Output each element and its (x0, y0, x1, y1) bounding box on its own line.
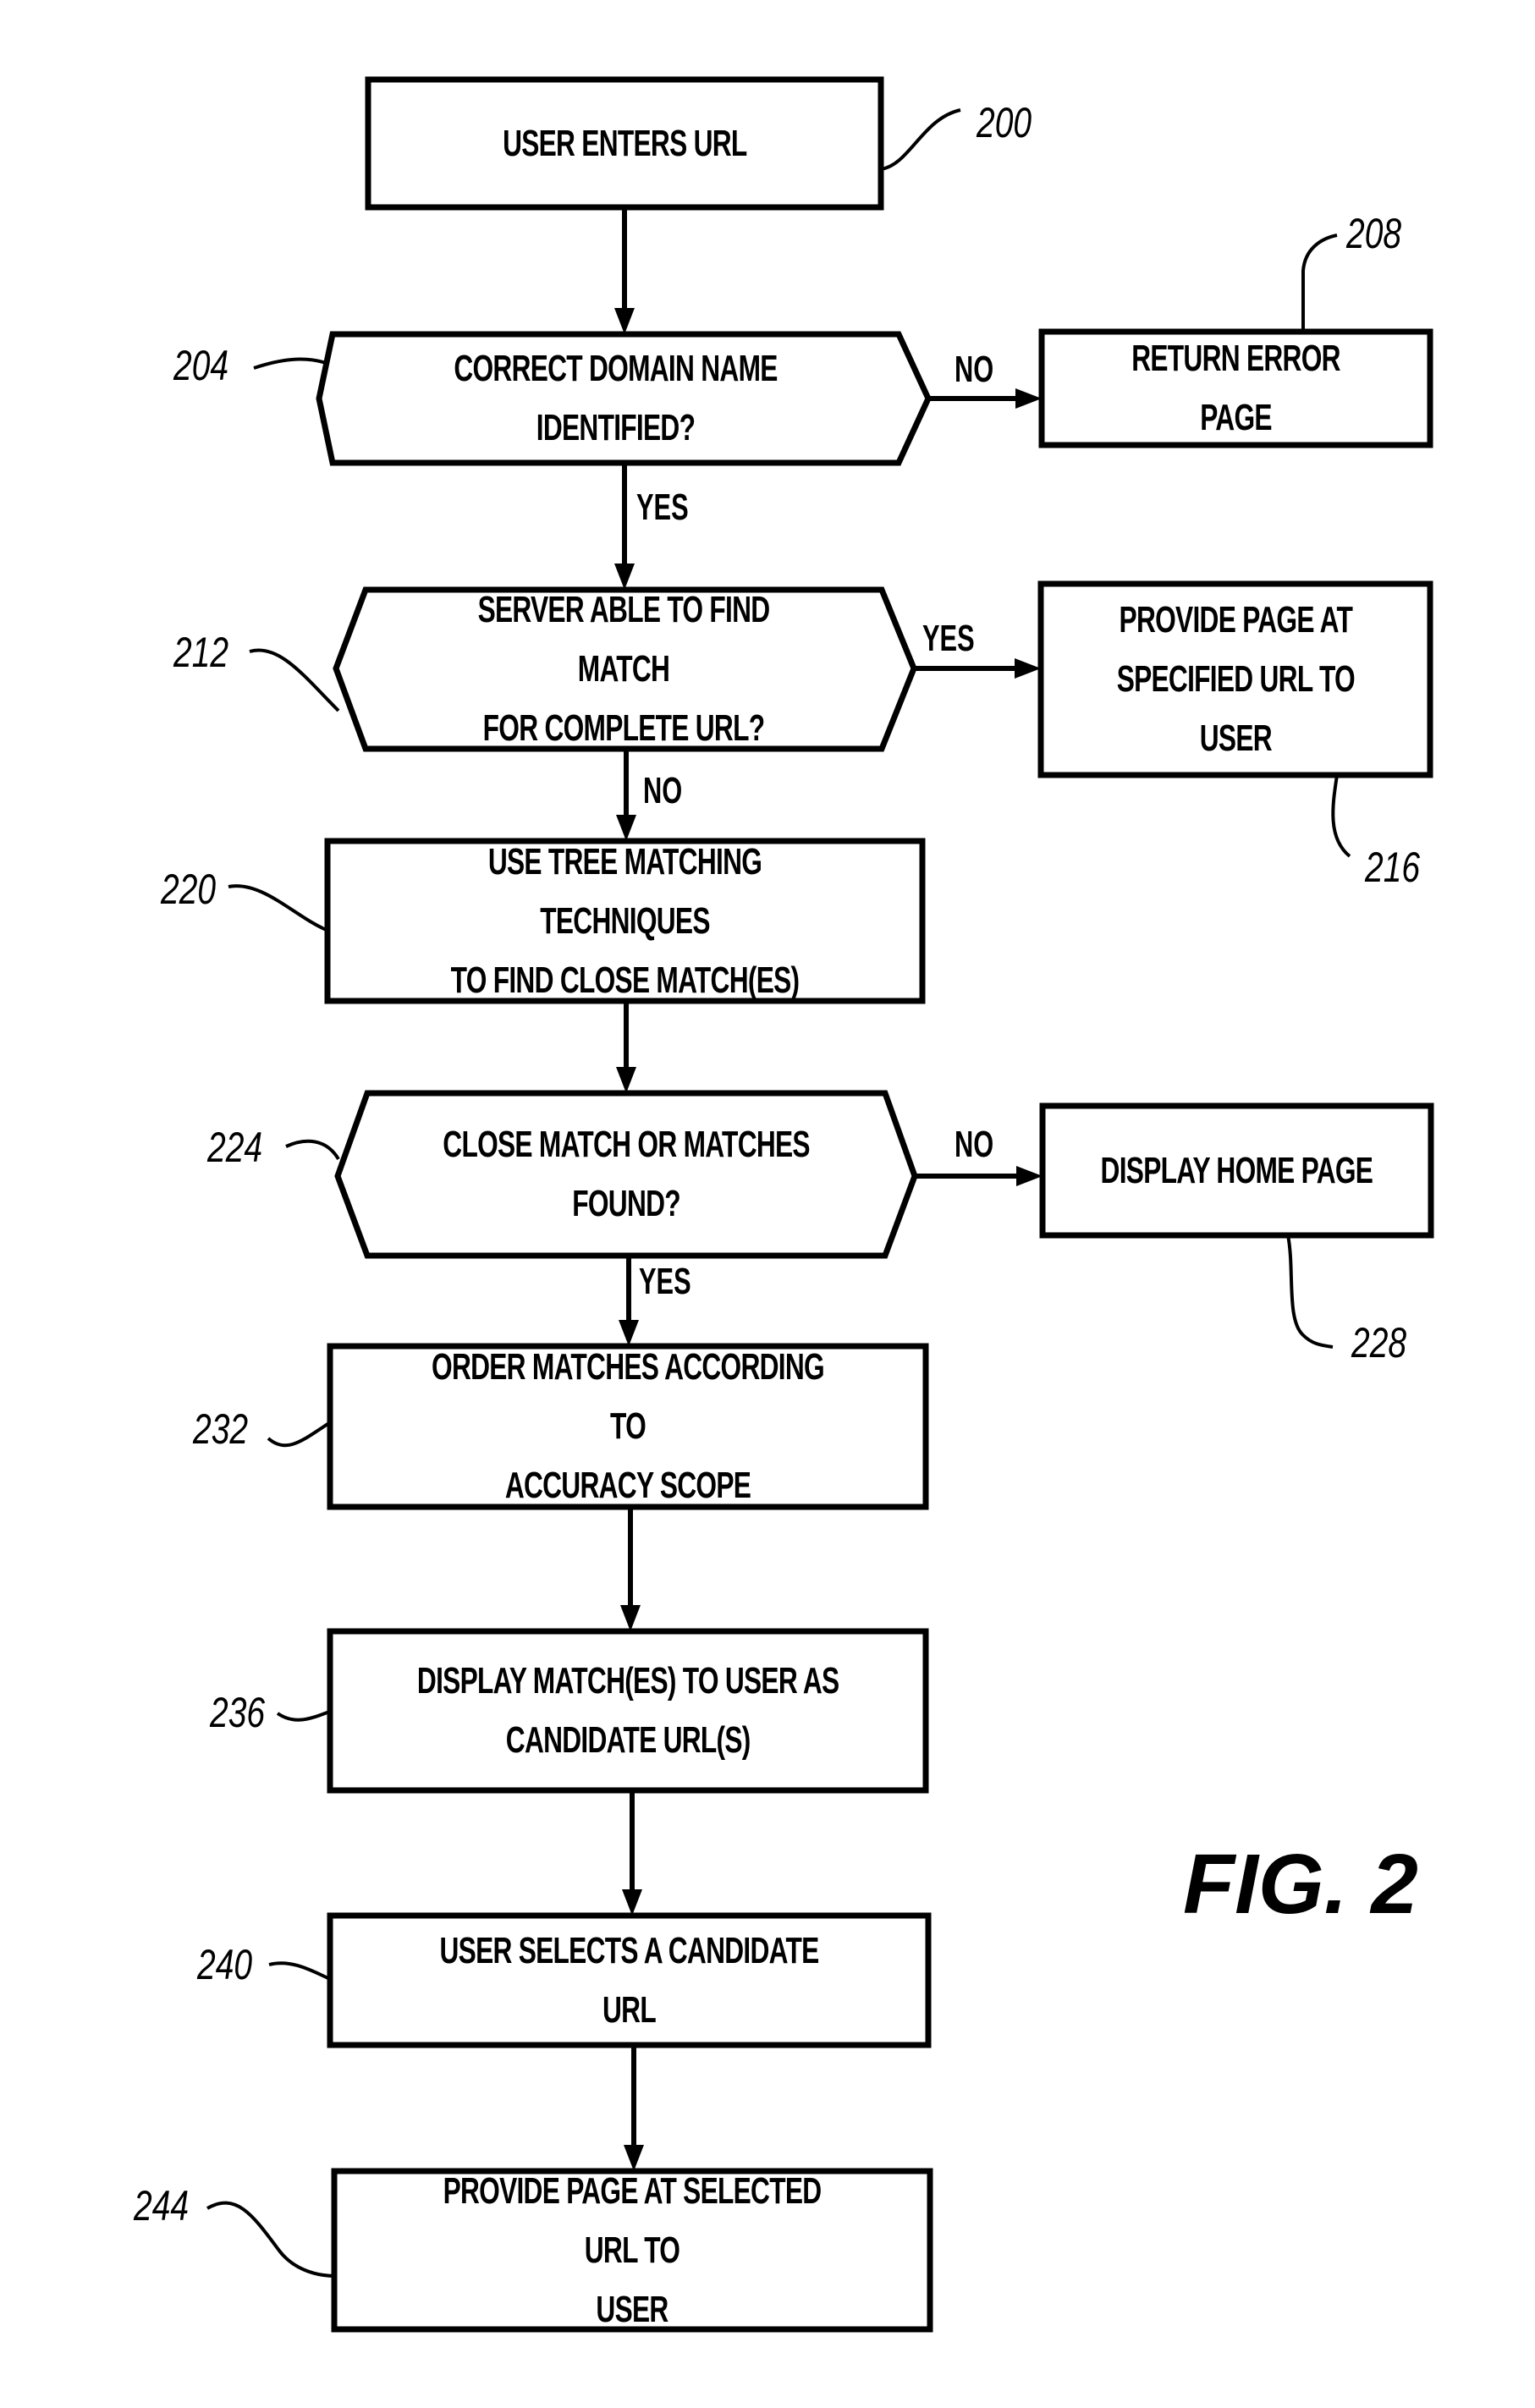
arrowhead-icon (1015, 658, 1041, 679)
arrowhead-icon (614, 308, 635, 334)
arrowhead-icon (1016, 1166, 1043, 1186)
leader-208 (1301, 234, 1338, 330)
decision-204-label: CORRECT DOMAIN NAME IDENTIFIED? (454, 348, 778, 448)
leader-212 (249, 648, 340, 712)
process-220-label: USE TREE MATCHING TECHNIQUES TO FIND CLO… (450, 840, 800, 1001)
leader-224 (285, 1139, 340, 1161)
process-200-label: USER ENTERS URL (502, 122, 747, 164)
branch-label-yes: YES (639, 1261, 691, 1302)
process-232-label: ORDER MATCHES ACCORDING TO ACCURACY SCOP… (432, 1346, 825, 1506)
arrowhead-icon (616, 1067, 636, 1093)
ref-numeral-204: 204 (173, 342, 229, 389)
ref-numeral-212: 212 (173, 629, 229, 676)
arrowhead-icon (620, 1605, 641, 1631)
branch-label-yes: YES (922, 618, 975, 659)
branch-label-yes: YES (636, 487, 689, 528)
leader-232 (267, 1420, 333, 1448)
arrowhead-icon (1015, 388, 1042, 409)
leader-216 (1331, 774, 1351, 858)
ref-numeral-224: 224 (207, 1124, 263, 1171)
leader-228 (1286, 1234, 1334, 1349)
branch-label-no: NO (955, 349, 994, 390)
leader-236 (276, 1709, 333, 1722)
process-208-label: RETURN ERROR PAGE (1131, 338, 1340, 438)
leader-244 (206, 2201, 337, 2278)
figure-label: FIG. 2 (1183, 1837, 1418, 1932)
arrowhead-icon (622, 1889, 642, 1916)
leader-200 (880, 108, 961, 171)
process-216-label: PROVIDE PAGE AT SPECIFIED URL TO USER (1116, 599, 1355, 759)
ref-numeral-216: 216 (1365, 844, 1421, 891)
process-244-label: PROVIDE PAGE AT SELECTED URL TO USER (443, 2169, 823, 2330)
leader-204 (253, 357, 329, 370)
process-236-label: DISPLAY MATCH(ES) TO USER AS CANDIDATE U… (416, 1660, 839, 1761)
decision-224-label: CLOSE MATCH OR MATCHES FOUND? (443, 1124, 810, 1224)
ref-numeral-236: 236 (210, 1689, 266, 1736)
branch-label-no: NO (955, 1124, 994, 1165)
branch-label-no: NO (643, 770, 683, 811)
ref-numeral-232: 232 (193, 1405, 249, 1453)
ref-numeral-200: 200 (977, 99, 1032, 146)
decision-212-label: SERVER ABLE TO FIND MATCH FOR COMPLETE U… (477, 589, 771, 749)
leader-220 (228, 884, 329, 932)
leader-240 (268, 1961, 333, 1982)
process-228-label: DISPLAY HOME PAGE (1100, 1149, 1373, 1191)
ref-numeral-240: 240 (197, 1941, 253, 1988)
ref-numeral-208: 208 (1346, 210, 1402, 257)
ref-numeral-220: 220 (161, 866, 217, 913)
ref-numeral-228: 228 (1351, 1319, 1407, 1366)
ref-numeral-244: 244 (134, 2182, 190, 2229)
process-240-label: USER SELECTS A CANDIDATE URL (439, 1929, 820, 2031)
